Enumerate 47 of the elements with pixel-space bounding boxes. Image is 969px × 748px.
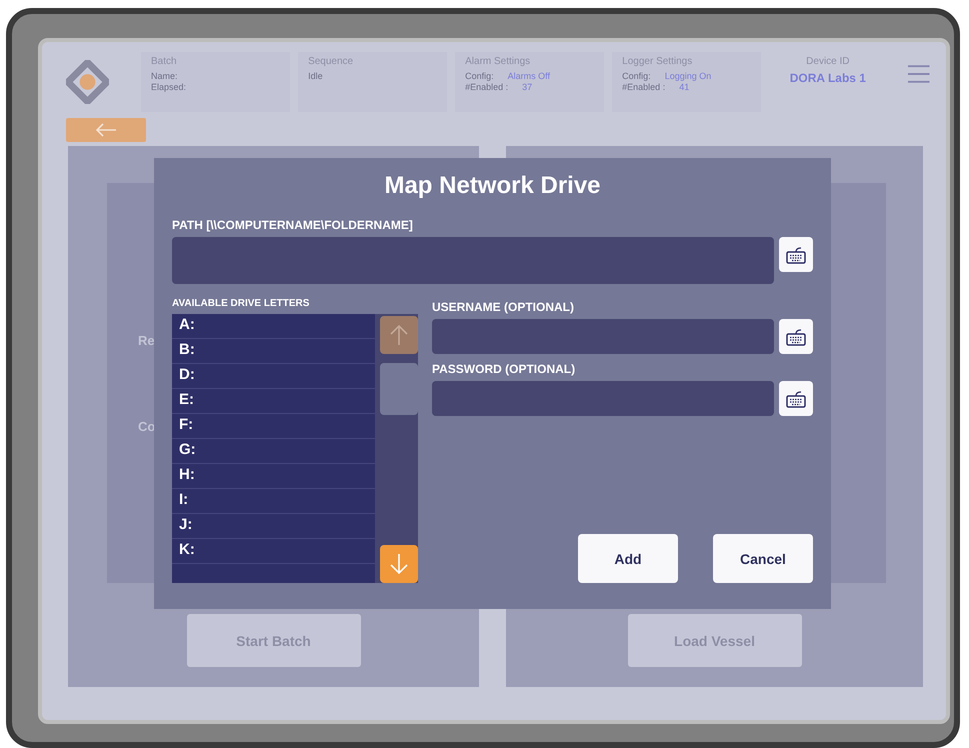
- keyboard-button[interactable]: [779, 381, 813, 416]
- logo-icon: [66, 60, 110, 104]
- card-label: #Enabled :: [622, 82, 666, 92]
- back-button[interactable]: [66, 118, 146, 142]
- drive-item[interactable]: H:: [172, 464, 375, 489]
- card-label: Name:: [151, 71, 178, 81]
- drive-item[interactable]: G:: [172, 439, 375, 464]
- keyboard-icon: [786, 246, 806, 264]
- keyboard-icon: [786, 328, 806, 346]
- list-label: AVAILABLE DRIVE LETTERS: [172, 298, 310, 309]
- field-label: PATH [\\COMPUTERNAME\FOLDERNAME]: [172, 218, 414, 232]
- back-arrow-icon: [95, 123, 117, 137]
- card-value: 37: [522, 82, 532, 92]
- path-field[interactable]: [172, 237, 774, 284]
- device-id-value: DORA Labs 1: [790, 71, 866, 85]
- card-label: Config:: [465, 71, 494, 81]
- field-label: PASSWORD (OPTIONAL): [432, 362, 576, 376]
- card-label: Elapsed:: [151, 82, 186, 92]
- card-label: Config:: [622, 71, 651, 81]
- drive-item[interactable]: K:: [172, 539, 375, 564]
- card-value: Logging On: [664, 71, 712, 81]
- drive-item[interactable]: B:: [172, 339, 375, 364]
- down-arrow-icon: [390, 553, 408, 575]
- field-label: USERNAME (OPTIONAL): [432, 300, 575, 314]
- keyboard-icon: [786, 390, 806, 408]
- up-arrow-icon: [390, 324, 408, 346]
- device-id-label: Device ID: [806, 56, 850, 67]
- dialog-button[interactable]: Cancel: [713, 534, 813, 583]
- password-field[interactable]: [432, 381, 774, 416]
- drive-item[interactable]: I:: [172, 489, 375, 514]
- card-value: 41: [679, 82, 690, 92]
- drive-item[interactable]: F:: [172, 414, 375, 439]
- keyboard-button[interactable]: [779, 237, 813, 272]
- drive-item[interactable]: D:: [172, 364, 375, 389]
- drive-item[interactable]: A:: [172, 314, 375, 339]
- dialog-button[interactable]: Add: [578, 534, 678, 583]
- dialog-title: Map Network Drive: [383, 172, 602, 200]
- scroll-thumb[interactable]: [380, 363, 418, 415]
- menu-icon[interactable]: [906, 64, 930, 84]
- card-label: #Enabled :: [465, 82, 508, 92]
- card-label: Idle: [308, 71, 323, 81]
- drive-item[interactable]: E:: [172, 389, 375, 414]
- scroll-down-button[interactable]: [380, 545, 418, 583]
- drive-item[interactable]: J:: [172, 514, 375, 539]
- keyboard-button[interactable]: [779, 319, 813, 354]
- card-value: Alarms Off: [508, 71, 550, 81]
- username-field[interactable]: [432, 319, 774, 354]
